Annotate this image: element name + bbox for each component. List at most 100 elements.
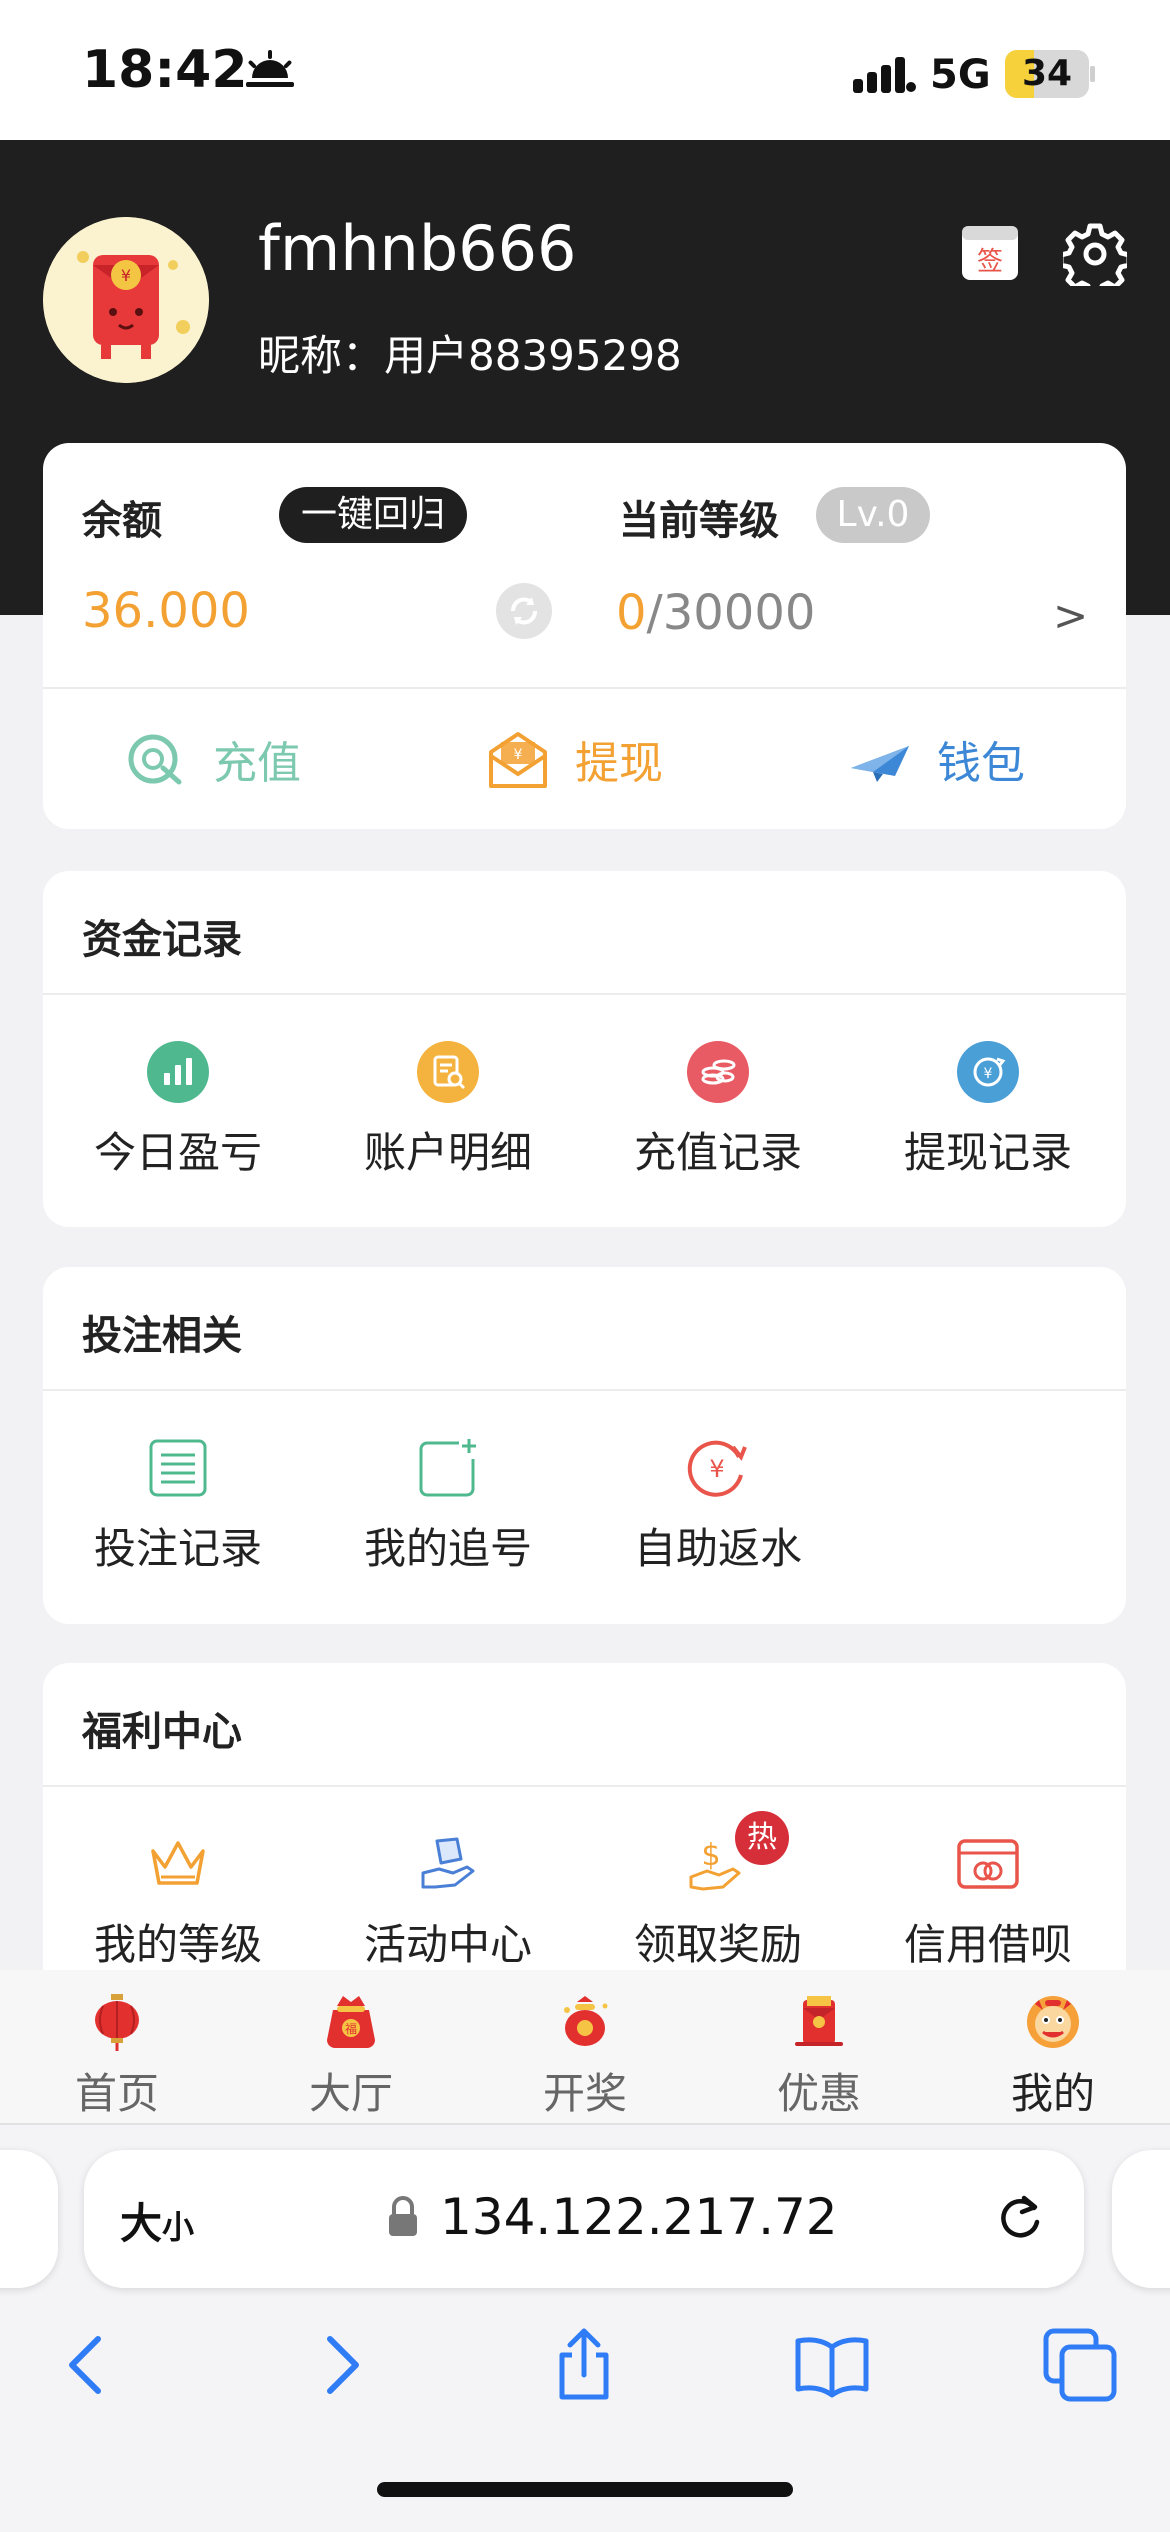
balance-amount: 36.000 bbox=[82, 583, 250, 639]
bar-chart-icon bbox=[147, 1041, 209, 1103]
svg-text:¥: ¥ bbox=[514, 747, 523, 763]
svg-text:¥: ¥ bbox=[709, 1455, 724, 1483]
nickname: 昵称：用户88395298 bbox=[258, 331, 682, 380]
activity-center-label: 活动中心 bbox=[363, 1920, 532, 1969]
gift-hand-icon bbox=[421, 1837, 475, 1889]
forward-icon[interactable] bbox=[300, 2325, 380, 2405]
tab-home[interactable]: 首页 bbox=[0, 1970, 234, 2125]
current-level-label: 当前等级 bbox=[619, 498, 779, 544]
text-size-large: 大 bbox=[120, 2199, 163, 2248]
sunset-icon bbox=[246, 50, 294, 87]
recharge-records-label: 充值记录 bbox=[633, 1128, 802, 1177]
coins-icon bbox=[687, 1041, 749, 1103]
list-icon bbox=[149, 1439, 207, 1497]
lantern-icon bbox=[95, 1994, 139, 2051]
reload-icon[interactable] bbox=[992, 2190, 1048, 2246]
funds-records-card: 资金记录 今日盈亏 账户明细 充值记录 ¥ 提现记录 bbox=[43, 871, 1126, 1227]
address-bar[interactable]: 大小 134.122.217.72 bbox=[84, 2150, 1084, 2288]
self-rebate-button[interactable]: ¥ 自助返水 bbox=[583, 1437, 853, 1624]
withdraw-envelope-icon: ¥ bbox=[489, 732, 547, 788]
level-detail-arrow[interactable]: > bbox=[1053, 591, 1088, 640]
status-bar: 18:42 5G 34 bbox=[0, 0, 1170, 140]
add-square-icon bbox=[419, 1439, 476, 1497]
svg-text:福: 福 bbox=[345, 2021, 357, 2036]
next-tab-preview[interactable] bbox=[1112, 2150, 1170, 2288]
wallet-button[interactable]: 钱包 bbox=[847, 689, 1025, 829]
withdraw-button[interactable]: ¥ 提现 bbox=[485, 689, 663, 829]
network-type: 5G bbox=[930, 52, 991, 98]
betting-divider bbox=[43, 1389, 1126, 1391]
red-envelope-mascot-icon: ¥ bbox=[43, 217, 209, 383]
claim-rewards-button[interactable]: $ 热 领取奖励 bbox=[583, 1811, 853, 1993]
recharge-records-button[interactable]: 充值记录 bbox=[583, 1041, 853, 1227]
self-rebate-label: 自助返水 bbox=[633, 1524, 802, 1573]
document-search-icon bbox=[417, 1041, 479, 1103]
credit-loan-button[interactable]: 信用借呗 bbox=[853, 1833, 1123, 1993]
my-chase-numbers-button[interactable]: 我的追号 bbox=[313, 1437, 583, 1624]
tab-lobby-label: 大厅 bbox=[308, 2069, 393, 2118]
tab-lobby[interactable]: 福 大厅 bbox=[234, 1970, 468, 2125]
recharge-button[interactable]: 充值 bbox=[123, 689, 301, 829]
home-indicator bbox=[377, 2482, 793, 2497]
my-level-label: 我的等级 bbox=[93, 1920, 262, 1969]
battery-percent: 34 bbox=[1021, 53, 1073, 94]
crown-icon bbox=[151, 1841, 205, 1885]
lock-icon bbox=[389, 2196, 417, 2236]
text-size-button[interactable]: 大小 bbox=[120, 2190, 194, 2251]
tab-lottery-draw[interactable]: 开奖 bbox=[468, 1970, 702, 2125]
claim-rewards-label: 领取奖励 bbox=[633, 1920, 802, 1969]
tabs-icon[interactable] bbox=[1040, 2325, 1120, 2405]
yuan-refresh-icon: ¥ bbox=[957, 1041, 1019, 1103]
level-badge: Lv.0 bbox=[816, 487, 930, 543]
check-in-calendar-icon[interactable]: 签 bbox=[960, 222, 1020, 282]
tab-mine[interactable]: 我的 bbox=[936, 1970, 1170, 2125]
username: fmhnb666 bbox=[258, 212, 577, 285]
battery-indicator: 34 bbox=[1005, 50, 1089, 98]
bookmarks-icon[interactable] bbox=[792, 2325, 872, 2405]
back-icon[interactable] bbox=[48, 2325, 128, 2405]
activity-center-button[interactable]: 活动中心 bbox=[313, 1833, 583, 1993]
refresh-balance-icon[interactable] bbox=[496, 583, 552, 639]
previous-tab-preview[interactable] bbox=[0, 2150, 58, 2288]
betting-title: 投注相关 bbox=[82, 1313, 242, 1359]
tab-lottery-draw-label: 开奖 bbox=[542, 2069, 627, 2118]
lion-mascot-icon bbox=[1027, 1996, 1079, 2048]
tab-home-label: 首页 bbox=[74, 2069, 159, 2118]
tab-promotions-label: 优惠 bbox=[776, 2069, 861, 2118]
welfare-title: 福利中心 bbox=[82, 1709, 242, 1755]
tab-promotions[interactable]: 优惠 bbox=[702, 1970, 936, 2125]
url-text[interactable]: 134.122.217.72 bbox=[440, 2188, 838, 2246]
one-click-recall-button[interactable]: 一键回归 bbox=[279, 487, 467, 543]
welfare-divider bbox=[43, 1785, 1126, 1787]
svg-text:¥: ¥ bbox=[121, 266, 131, 285]
share-icon[interactable] bbox=[544, 2325, 624, 2405]
withdraw-records-button[interactable]: ¥ 提现记录 bbox=[853, 1041, 1123, 1227]
level-progress-current: 0 bbox=[616, 585, 647, 641]
hot-badge-label: 热 bbox=[747, 1820, 777, 1855]
battery-cap bbox=[1090, 66, 1095, 82]
red-envelope-icon bbox=[795, 1996, 843, 2046]
avatar[interactable]: ¥ bbox=[43, 217, 209, 383]
betting-card: 投注相关 投注记录 我的追号 ¥ 自助返水 bbox=[43, 1267, 1126, 1624]
withdraw-records-label: 提现记录 bbox=[903, 1128, 1072, 1177]
funds-records-title: 资金记录 bbox=[82, 917, 242, 963]
account-details-button[interactable]: 账户明细 bbox=[313, 1041, 583, 1227]
svg-text:签: 签 bbox=[977, 247, 1003, 277]
gear-icon[interactable] bbox=[1063, 222, 1127, 286]
status-time: 18:42 bbox=[82, 40, 248, 100]
today-profit-loss-button[interactable]: 今日盈亏 bbox=[43, 1041, 313, 1227]
my-level-button[interactable]: 我的等级 bbox=[43, 1833, 313, 1993]
funds-divider bbox=[43, 993, 1126, 995]
text-size-small: 小 bbox=[162, 2208, 195, 2246]
account-details-label: 账户明细 bbox=[363, 1128, 532, 1177]
withdraw-label: 提现 bbox=[575, 738, 663, 789]
bet-records-button[interactable]: 投注记录 bbox=[43, 1437, 313, 1624]
credit-loan-label: 信用借呗 bbox=[903, 1920, 1072, 1969]
yuan-cycle-icon: ¥ bbox=[687, 1440, 747, 1497]
cellular-signal-icon bbox=[853, 57, 916, 93]
today-profit-loss-label: 今日盈亏 bbox=[93, 1128, 262, 1177]
hot-badge: 热 bbox=[735, 1811, 789, 1865]
welfare-card: 福利中心 我的等级 活动中心 $ 热 领取奖励 信用借呗 bbox=[43, 1663, 1126, 1993]
paper-plane-icon bbox=[851, 746, 909, 782]
recharge-label: 充值 bbox=[213, 738, 301, 789]
